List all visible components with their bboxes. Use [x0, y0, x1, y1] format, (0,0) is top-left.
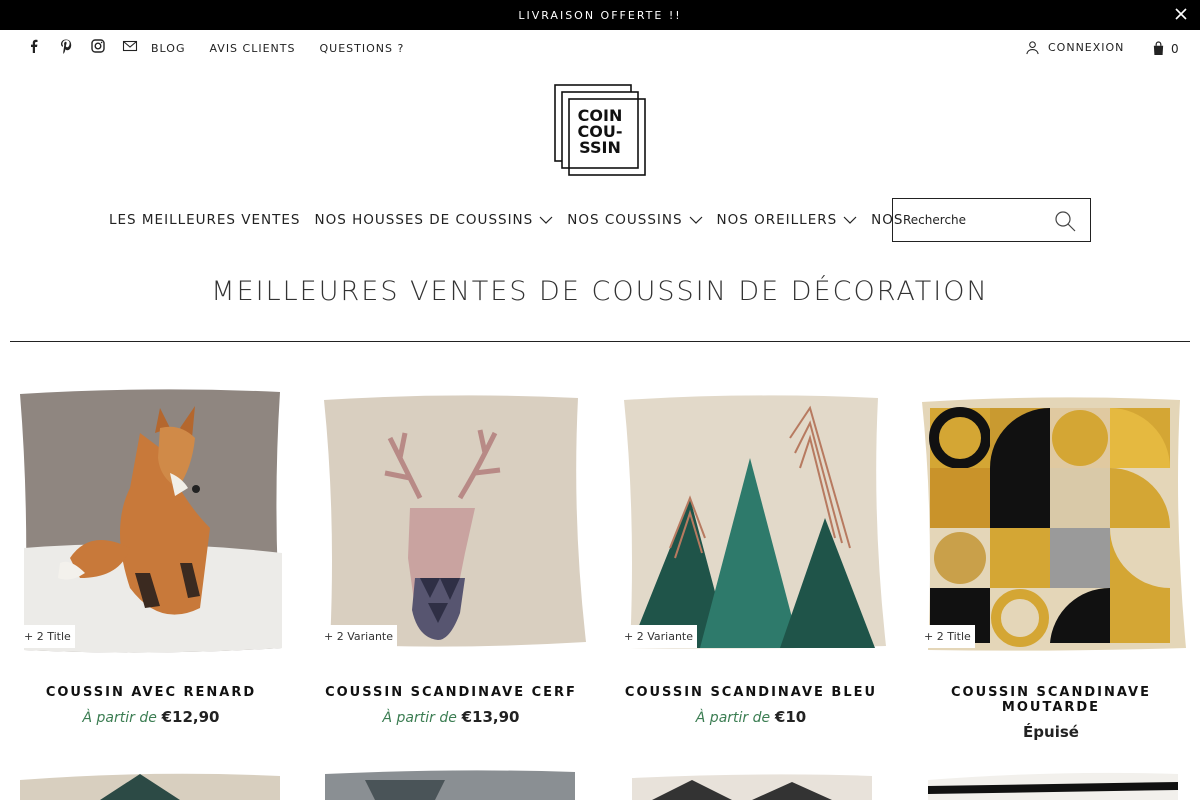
product-card[interactable]: + 2 Title COUSSIN SCANDINAVE MOUTARDE Ép… — [910, 378, 1192, 741]
variant-badge: + 2 Variante — [320, 625, 397, 648]
logo-line-3: SSIN — [579, 138, 621, 157]
utility-nav: BLOG AVIS CLIENTS QUESTIONS ? — [151, 42, 404, 55]
product-name[interactable]: COUSSIN AVEC RENARD — [10, 685, 292, 700]
search-icon[interactable] — [1054, 210, 1076, 232]
page-title: MEILLEURES VENTES DE COUSSIN DE DÉCORATI… — [211, 276, 989, 307]
facebook-icon[interactable] — [26, 38, 42, 54]
product-price: Épuisé — [910, 723, 1192, 741]
instagram-icon[interactable] — [90, 38, 106, 54]
chevron-down-icon — [843, 216, 857, 224]
cart-count: 0 — [1171, 41, 1179, 56]
nav-item-pillows[interactable]: NOS OREILLERS — [717, 212, 858, 228]
questions-link[interactable]: QUESTIONS ? — [319, 42, 404, 55]
product-image-mustard[interactable]: + 2 Title — [910, 378, 1192, 663]
nav-item-label: NOS COUSSINS — [567, 212, 683, 228]
shopping-bag-icon — [1153, 41, 1164, 55]
price-prefix: À partir de — [382, 710, 457, 726]
product-name[interactable]: COUSSIN SCANDINAVE CERF — [310, 685, 592, 700]
announcement-bar: LIVRAISON OFFERTE !! — [0, 0, 1200, 30]
product-image-deer[interactable]: + 2 Variante — [310, 378, 592, 663]
variant-badge: + 2 Title — [920, 625, 975, 648]
variant-badge: + 2 Variante — [620, 625, 697, 648]
divider — [10, 341, 1190, 342]
nav-item-label: LES MEILLEURES VENTES — [109, 212, 301, 228]
product-card[interactable]: + 2 Title COUSSIN AVEC RENARD À partir d… — [10, 378, 292, 726]
product-price: À partir de €12,90 — [10, 708, 292, 726]
variant-badge: + 2 Title — [20, 625, 75, 648]
nav-item-label: NOS OREILLERS — [716, 212, 838, 228]
price-value: €13,90 — [461, 708, 520, 726]
chevron-down-icon — [689, 216, 702, 224]
product-price: À partir de €10 — [610, 708, 892, 726]
nav-item-cushion-covers[interactable]: NOS HOUSSES DE COUSSINS — [315, 212, 554, 228]
chevron-down-icon — [539, 216, 553, 224]
nav-item-label: NOS HOUSSES DE COUSSINS — [314, 212, 534, 228]
price-prefix: À partir de — [695, 710, 771, 726]
close-icon[interactable] — [1174, 7, 1188, 21]
product-image-mountains[interactable]: + 2 Variante — [610, 378, 892, 663]
price-value: €12,90 — [161, 708, 220, 726]
price-prefix: À partir de — [82, 710, 157, 726]
price-value: €10 — [774, 708, 807, 726]
email-icon[interactable] — [122, 38, 138, 54]
login-label: CONNEXION — [1048, 41, 1125, 54]
product-name[interactable]: COUSSIN SCANDINAVE BLEU — [610, 685, 892, 700]
user-icon — [1026, 41, 1039, 55]
search-input[interactable] — [903, 213, 1048, 227]
product-card[interactable]: + 2 Variante COUSSIN SCANDINAVE BLEU À p… — [610, 378, 892, 726]
announcement-text: LIVRAISON OFFERTE !! — [518, 8, 682, 22]
product-image-peek[interactable] — [928, 760, 1188, 800]
nav-item-cushions[interactable]: NOS COUSSINS — [567, 212, 702, 228]
site-logo[interactable]: COIN COU- SSIN — [554, 84, 646, 176]
reviews-link[interactable]: AVIS CLIENTS — [209, 42, 295, 55]
product-image-peek[interactable] — [325, 760, 585, 800]
login-link[interactable]: CONNEXION — [1025, 40, 1124, 55]
product-name[interactable]: COUSSIN SCANDINAVE MOUTARDE — [910, 685, 1192, 715]
sold-out-label: Épuisé — [1023, 723, 1079, 741]
social-links — [26, 38, 138, 54]
product-price: À partir de €13,90 — [310, 708, 592, 726]
search-box — [892, 198, 1091, 242]
product-image-peek[interactable] — [20, 760, 280, 800]
nav-item-best-sellers[interactable]: LES MEILLEURES VENTES — [109, 212, 301, 228]
product-image-fox[interactable]: + 2 Title — [10, 378, 292, 663]
pinterest-icon[interactable] — [58, 38, 74, 54]
product-card[interactable]: + 2 Variante COUSSIN SCANDINAVE CERF À p… — [310, 378, 592, 726]
cart-link[interactable]: 0 — [1152, 41, 1179, 56]
blog-link[interactable]: BLOG — [151, 42, 185, 55]
product-image-peek[interactable] — [632, 760, 892, 800]
main-nav: LES MEILLEURES VENTES NOS HOUSSES DE COU… — [109, 212, 979, 228]
